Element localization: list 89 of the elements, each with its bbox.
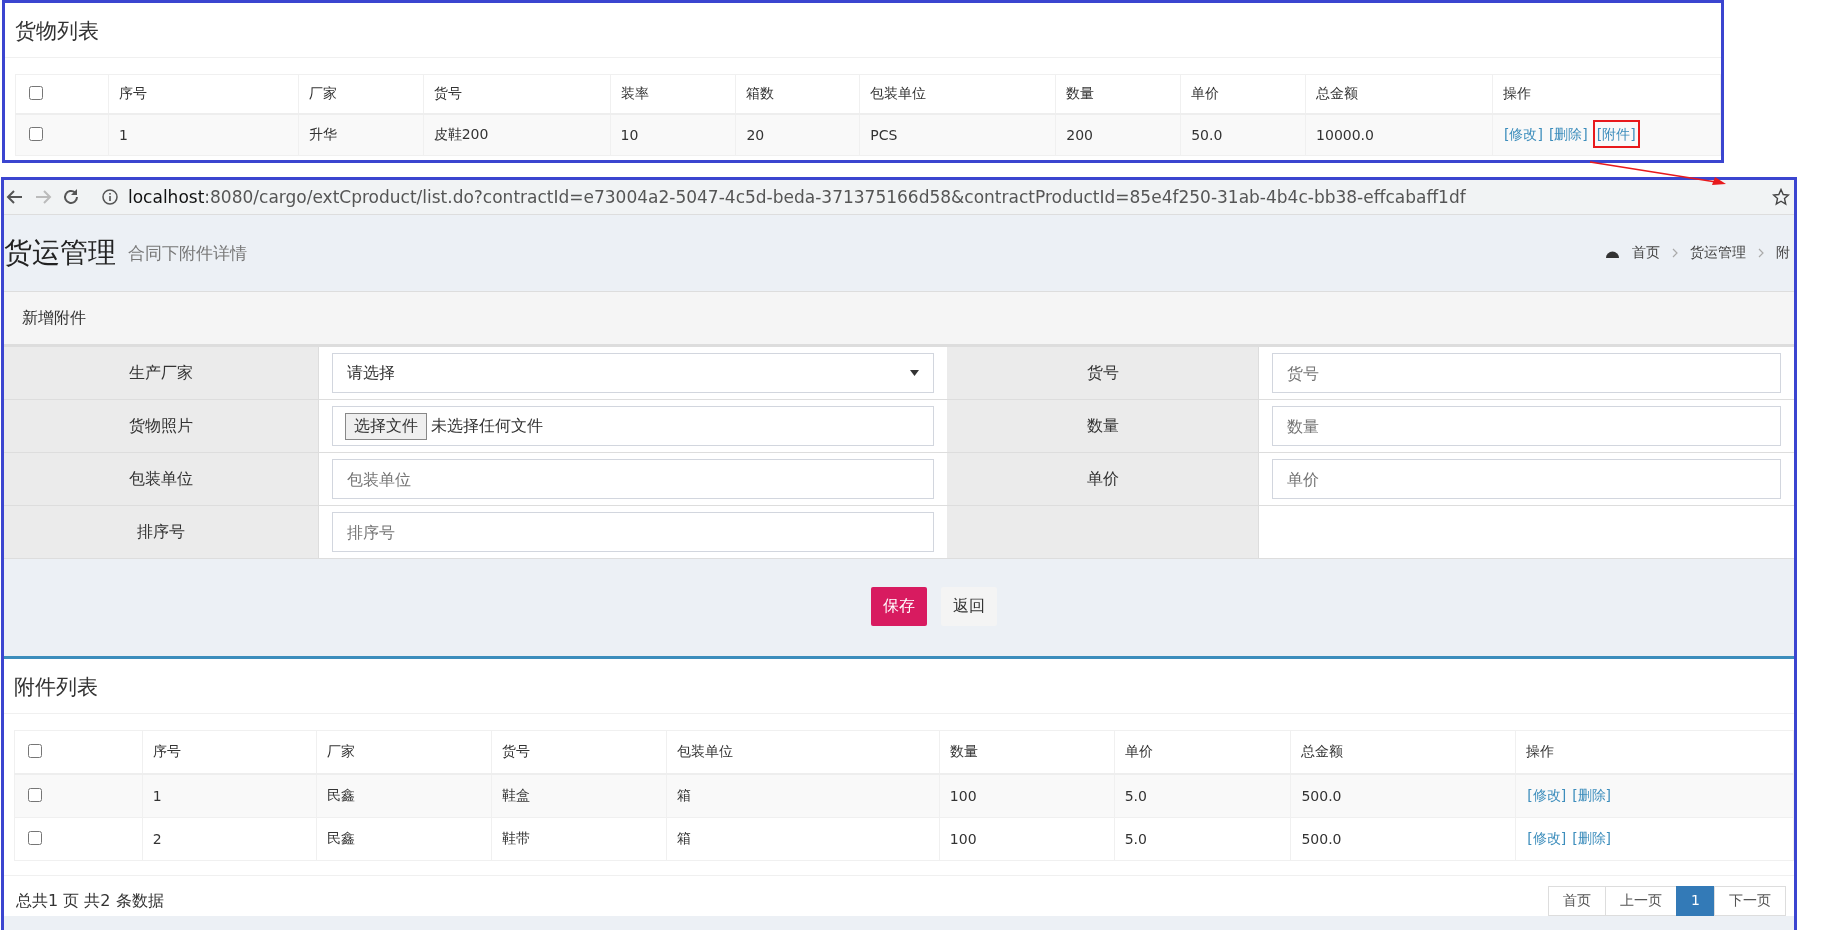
form-label: 货物照片 xyxy=(4,400,319,453)
input-field[interactable]: 单价 xyxy=(1272,459,1781,499)
table-cell: 1 xyxy=(152,788,162,804)
file-field[interactable]: 选择文件 未选择任何文件 xyxy=(332,406,934,446)
panel-title: 附件列表 xyxy=(4,659,1794,714)
table-cell: 50.0 xyxy=(1191,127,1223,143)
table-cell: 箱 xyxy=(677,787,692,803)
column-header: 包装单位 xyxy=(677,743,734,759)
table-cell: 鞋盒 xyxy=(502,787,531,803)
input-field[interactable]: 货号 xyxy=(1272,353,1781,393)
pagination-button[interactable]: 首页 xyxy=(1548,886,1607,916)
table-cell: 2 xyxy=(152,831,162,847)
table-cell: 箱 xyxy=(677,830,692,846)
page-title: 货运管理 xyxy=(4,235,116,271)
table-cell: 10000.0 xyxy=(1316,127,1374,143)
table-cell: 民鑫 xyxy=(326,830,355,846)
column-header: 操作 xyxy=(1502,85,1531,101)
action-link[interactable]: [修改] xyxy=(1526,785,1568,805)
checkbox[interactable] xyxy=(28,743,42,758)
table-cell: 皮鞋200 xyxy=(433,126,489,142)
table-cell: 5.0 xyxy=(1124,788,1147,804)
action-link[interactable]: [附件] xyxy=(1592,120,1640,148)
table-cell: 升华 xyxy=(308,126,337,142)
checkbox[interactable] xyxy=(29,85,43,100)
action-link[interactable]: [删除] xyxy=(1571,785,1613,805)
page-summary: 总共1 页 共2 条数据 xyxy=(16,890,164,912)
pagination-button[interactable]: 下一页 xyxy=(1714,886,1786,916)
column-header: 数量 xyxy=(1066,85,1095,101)
breadcrumb-link[interactable]: 附 xyxy=(1776,244,1790,262)
column-header: 货号 xyxy=(502,743,531,759)
table-cell: 民鑫 xyxy=(326,787,355,803)
column-header: 装率 xyxy=(620,85,649,101)
table-cell: 10 xyxy=(620,127,639,143)
section-title: 新增附件 xyxy=(22,307,86,329)
back-button[interactable]: 返回 xyxy=(941,587,997,626)
chevron-icon xyxy=(1758,248,1764,258)
back-icon[interactable] xyxy=(6,188,24,206)
save-button[interactable]: 保存 xyxy=(871,587,927,626)
star-icon[interactable] xyxy=(1772,188,1790,206)
table-cell: 100 xyxy=(949,788,977,804)
column-header: 箱数 xyxy=(746,85,775,101)
column-header: 序号 xyxy=(152,743,181,759)
action-link[interactable]: [修改] xyxy=(1502,124,1544,144)
column-header: 总金额 xyxy=(1301,743,1344,759)
table-cell: 鞋带 xyxy=(502,830,531,846)
table-cell: 100 xyxy=(949,831,977,847)
column-header: 总金额 xyxy=(1316,85,1359,101)
page-subtitle: 合同下附件详情 xyxy=(128,241,247,265)
column-header: 单价 xyxy=(1124,743,1153,759)
form-label: 包装单位 xyxy=(4,453,319,506)
input-field[interactable]: 数量 xyxy=(1272,406,1781,446)
chevron-icon xyxy=(1672,248,1678,258)
column-header: 序号 xyxy=(118,85,147,101)
reload-icon[interactable] xyxy=(62,188,80,206)
form-label: 单价 xyxy=(947,453,1259,506)
panel-title: 货物列表 xyxy=(5,3,1721,58)
info-icon xyxy=(102,189,118,205)
form-label: 排序号 xyxy=(4,506,319,559)
caret-icon xyxy=(910,370,919,376)
column-header: 数量 xyxy=(949,743,978,759)
column-header: 厂家 xyxy=(326,743,355,759)
table-cell: 1 xyxy=(118,127,128,143)
table-cell: 20 xyxy=(746,127,765,143)
form-label: 生产厂家 xyxy=(4,347,319,400)
action-link[interactable]: [修改] xyxy=(1526,828,1568,848)
checkbox[interactable] xyxy=(29,126,43,141)
action-link[interactable]: [删除] xyxy=(1571,828,1613,848)
checkbox[interactable] xyxy=(28,787,42,802)
table-cell: PCS xyxy=(870,127,898,143)
select-field[interactable]: 请选择 xyxy=(332,353,934,393)
column-header: 厂家 xyxy=(308,85,337,101)
breadcrumb-link[interactable]: 货运管理 xyxy=(1690,244,1746,262)
checkbox[interactable] xyxy=(28,830,42,845)
column-header: 单价 xyxy=(1191,85,1220,101)
column-header: 货号 xyxy=(433,85,462,101)
breadcrumb-link[interactable]: 首页 xyxy=(1632,244,1660,262)
table-cell: 5.0 xyxy=(1124,831,1147,847)
column-header: 包装单位 xyxy=(870,85,927,101)
input-field[interactable]: 包装单位 xyxy=(332,459,934,499)
pagination-button[interactable]: 1 xyxy=(1676,886,1715,916)
table-cell: 500.0 xyxy=(1301,788,1342,804)
action-link[interactable]: [删除] xyxy=(1547,124,1589,144)
form-label: 数量 xyxy=(947,400,1259,453)
table-cell: 500.0 xyxy=(1301,831,1342,847)
input-field[interactable]: 排序号 xyxy=(332,512,934,552)
form-label: 货号 xyxy=(947,347,1259,400)
table-cell: 200 xyxy=(1066,127,1093,143)
url-text: localhost:8080/cargo/extCproduct/list.do?contractId=e73004a2-5047-4c5d-beda-371375166d58&contractProductId=85e4f250-31ab-4b4c-bb38-effcabaff1df xyxy=(128,187,1467,207)
column-header: 操作 xyxy=(1526,743,1555,759)
